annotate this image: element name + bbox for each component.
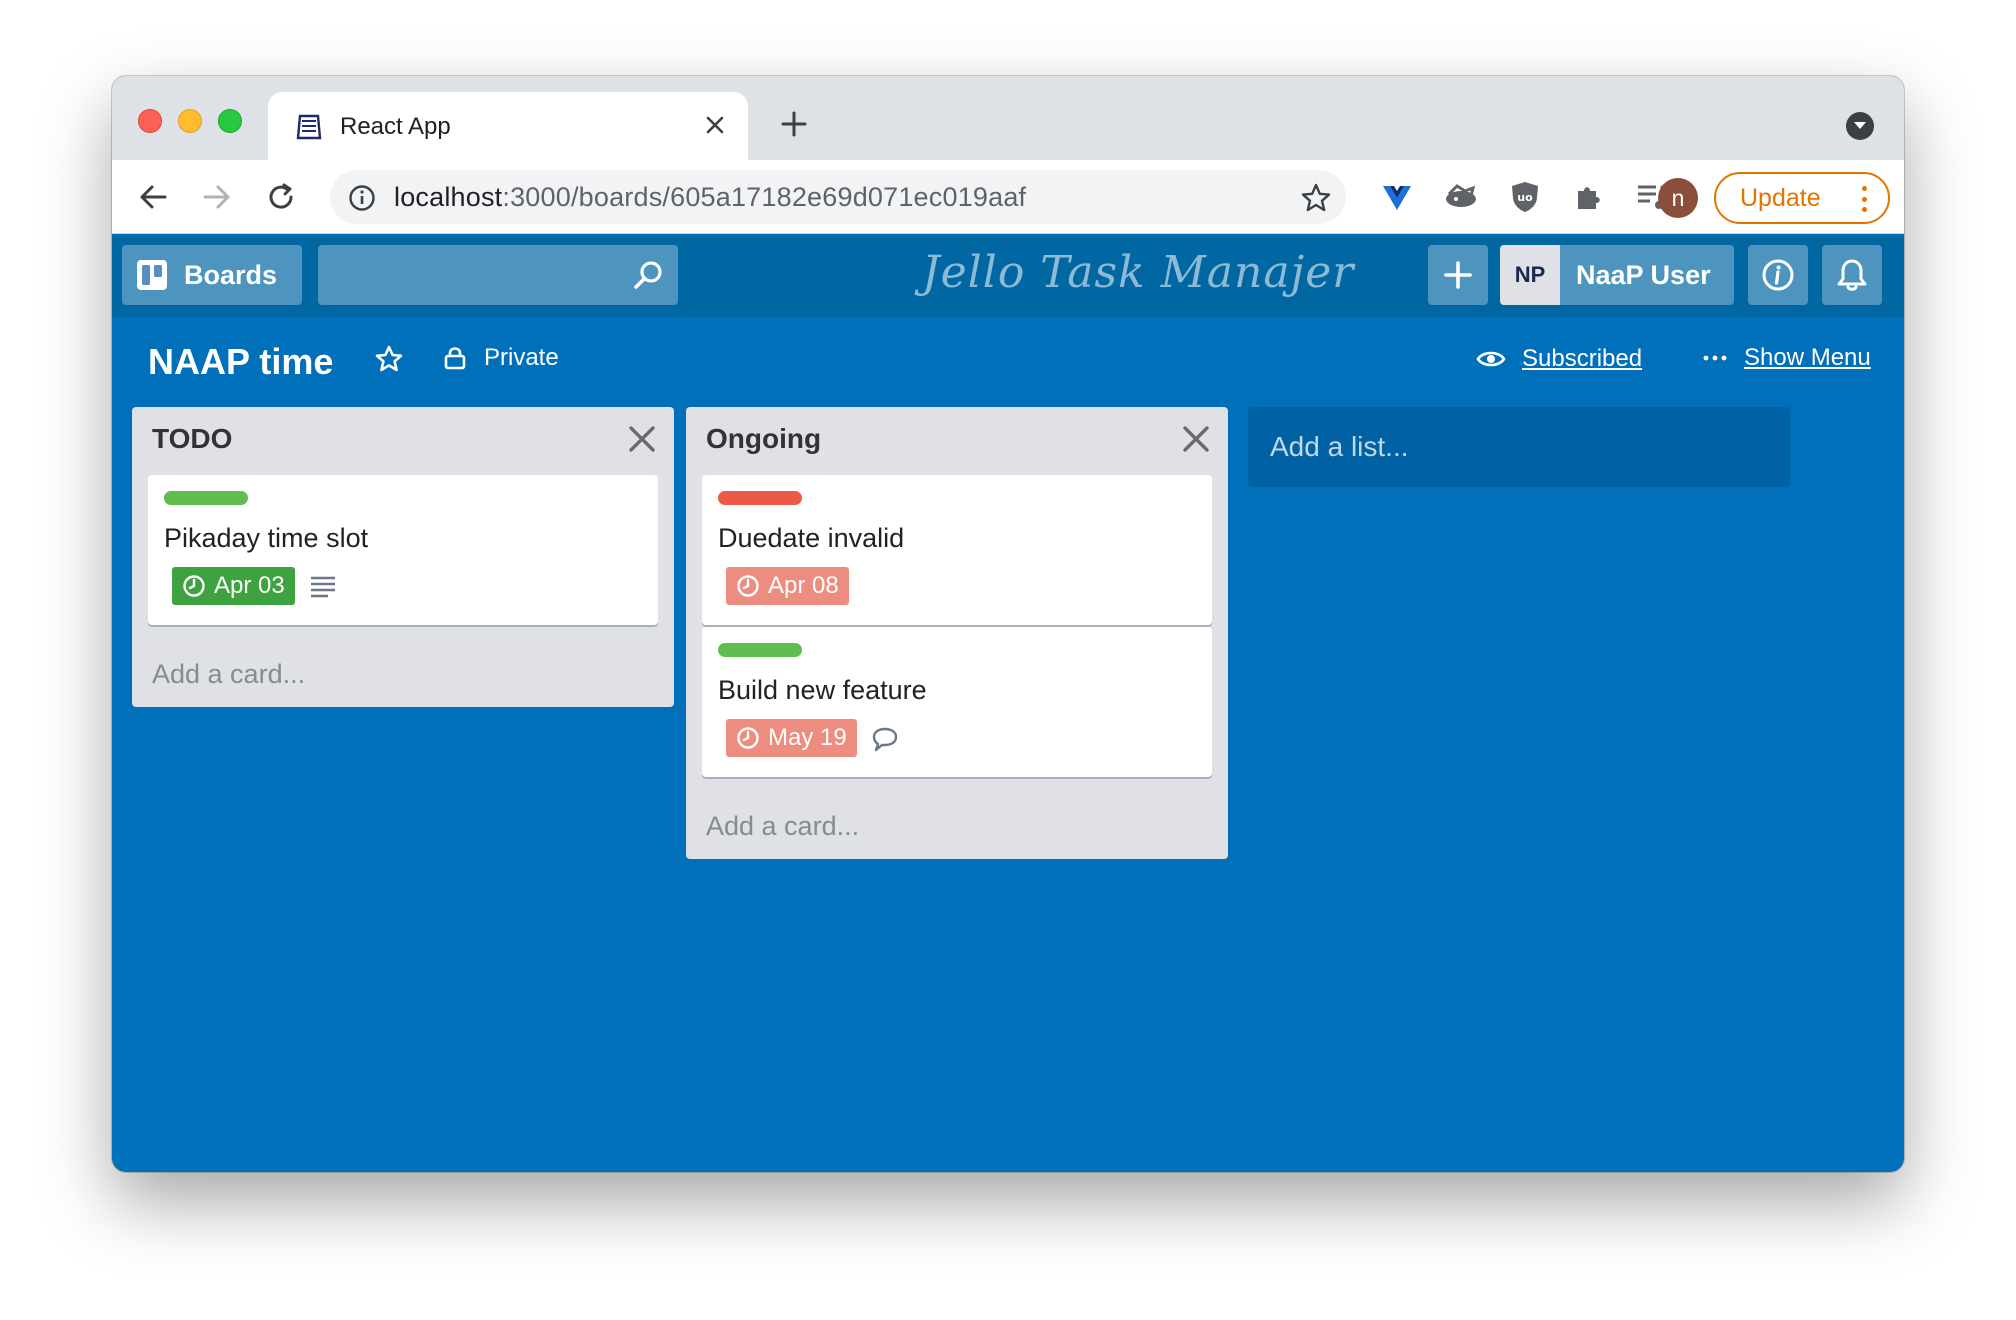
bookmark-star-icon[interactable] xyxy=(1300,182,1332,214)
arrow-left-icon xyxy=(140,185,167,209)
zoom-window-button[interactable] xyxy=(218,109,242,133)
react-favicon-icon xyxy=(296,114,322,140)
boards-button[interactable]: Boards xyxy=(122,245,302,305)
privacy-label: Private xyxy=(484,344,559,371)
card-title: Duedate invalid xyxy=(718,523,905,553)
url-text: localhost:3000/boards/605a17182e69d071ec… xyxy=(394,182,1026,213)
list-title[interactable]: TODO xyxy=(152,423,232,455)
create-button[interactable] xyxy=(1428,245,1488,305)
user-name: NaaP User xyxy=(1576,259,1711,290)
card-label xyxy=(164,491,248,505)
new-tab-button[interactable] xyxy=(776,106,812,142)
redux-devtools-extension-icon[interactable] xyxy=(1442,178,1480,216)
app-header: Boards Jello Task Manajer NP NaaP User xyxy=(112,235,1904,317)
subscribed-label: Subscribed xyxy=(1522,345,1643,372)
add-card-button[interactable]: Add a card... xyxy=(152,659,305,690)
tab-title: React App xyxy=(340,113,451,140)
star-board-icon[interactable] xyxy=(374,344,404,374)
reload-icon xyxy=(269,183,293,209)
list-title[interactable]: Ongoing xyxy=(706,423,821,455)
arrow-right-icon xyxy=(203,185,230,209)
board-search-input[interactable] xyxy=(318,245,678,305)
update-button[interactable]: Update xyxy=(1714,172,1890,224)
ublock-extension-icon[interactable]: uo xyxy=(1506,178,1544,216)
card-title: Pikaday time slot xyxy=(164,523,369,553)
eye-icon xyxy=(1476,351,1506,367)
card-duedate-invalid[interactable]: Duedate invalid Apr 08 xyxy=(702,475,1212,625)
boards-label: Boards xyxy=(184,259,278,290)
info-button[interactable] xyxy=(1748,245,1808,305)
board-title[interactable]: NAAP time xyxy=(148,341,333,383)
add-list-button[interactable]: Add a list... xyxy=(1248,407,1790,487)
notifications-button[interactable] xyxy=(1822,245,1882,305)
due-date-badge: May 19 xyxy=(726,719,857,757)
update-label: Update xyxy=(1740,183,1821,212)
minimize-window-button[interactable] xyxy=(178,109,202,133)
forward-button[interactable] xyxy=(198,178,236,216)
card-build-new-feature[interactable]: Build new feature May 19 xyxy=(702,627,1212,777)
reload-button[interactable] xyxy=(262,178,300,216)
profile-avatar[interactable]: n xyxy=(1658,178,1698,218)
plus-icon xyxy=(781,111,807,137)
due-date-text: May 19 xyxy=(768,724,847,751)
due-date-text: Apr 08 xyxy=(768,572,839,599)
clock-icon xyxy=(737,727,759,749)
card-title: Build new feature xyxy=(718,675,927,705)
browser-toolbar: localhost:3000/boards/605a17182e69d071ec… xyxy=(112,160,1904,234)
back-button[interactable] xyxy=(134,178,172,216)
card-pikaday-time-slot[interactable]: Pikaday time slot Apr 03 xyxy=(148,475,658,625)
close-list-icon[interactable] xyxy=(626,423,658,455)
vue-devtools-extension-icon[interactable] xyxy=(1378,178,1416,216)
card-label xyxy=(718,643,802,657)
comment-icon xyxy=(872,727,898,752)
privacy-button[interactable]: Private xyxy=(442,344,559,372)
more-vert-icon xyxy=(1862,186,1868,212)
tab-search-chevron-icon[interactable] xyxy=(1846,112,1874,140)
lock-icon xyxy=(444,347,466,370)
description-icon xyxy=(311,576,335,598)
close-list-icon[interactable] xyxy=(1180,423,1212,455)
browser-window: React App localhost:3000/boards/605a1718… xyxy=(112,76,1904,1172)
user-avatar: NP xyxy=(1500,245,1560,305)
user-menu-button[interactable]: NP NaaP User xyxy=(1500,245,1734,305)
svg-text:uo: uo xyxy=(1517,191,1533,204)
clock-icon xyxy=(737,575,759,597)
extensions-puzzle-icon[interactable] xyxy=(1570,178,1608,216)
clock-icon xyxy=(183,575,205,597)
tab-strip: React App xyxy=(112,76,1904,160)
add-card-button[interactable]: Add a card... xyxy=(706,811,859,842)
search-icon xyxy=(634,261,662,289)
plus-icon xyxy=(1444,261,1472,289)
boards-icon xyxy=(137,260,167,290)
tab-close-icon[interactable] xyxy=(698,108,732,142)
due-date-badge: Apr 03 xyxy=(172,567,295,605)
subscribed-link[interactable]: Subscribed xyxy=(1476,344,1642,374)
due-date-badge: Apr 08 xyxy=(726,567,849,605)
list-ongoing: Ongoing Duedate invalid Apr 08 Build new… xyxy=(686,407,1228,859)
card-label xyxy=(718,491,802,505)
add-list-label: Add a list... xyxy=(1270,431,1409,462)
url-path: :3000/boards/605a17182e69d071ec019aaf xyxy=(502,182,1027,212)
info-icon xyxy=(1762,259,1794,291)
show-menu-label: Show Menu xyxy=(1744,344,1871,371)
tab-react-app[interactable]: React App xyxy=(268,92,748,160)
due-date-text: Apr 03 xyxy=(214,572,285,599)
more-horizontal-icon xyxy=(1703,355,1727,361)
url-host: localhost xyxy=(394,182,503,212)
brand-logo[interactable]: Jello Task Manajer xyxy=(922,247,1354,298)
bell-icon xyxy=(1837,259,1867,291)
show-menu-link[interactable]: Show Menu xyxy=(1702,344,1871,372)
list-todo: TODO Pikaday time slot Apr 03 Add a card… xyxy=(132,407,674,707)
close-window-button[interactable] xyxy=(138,109,162,133)
site-info-icon[interactable] xyxy=(348,184,376,212)
address-bar[interactable]: localhost:3000/boards/605a17182e69d071ec… xyxy=(330,170,1346,224)
